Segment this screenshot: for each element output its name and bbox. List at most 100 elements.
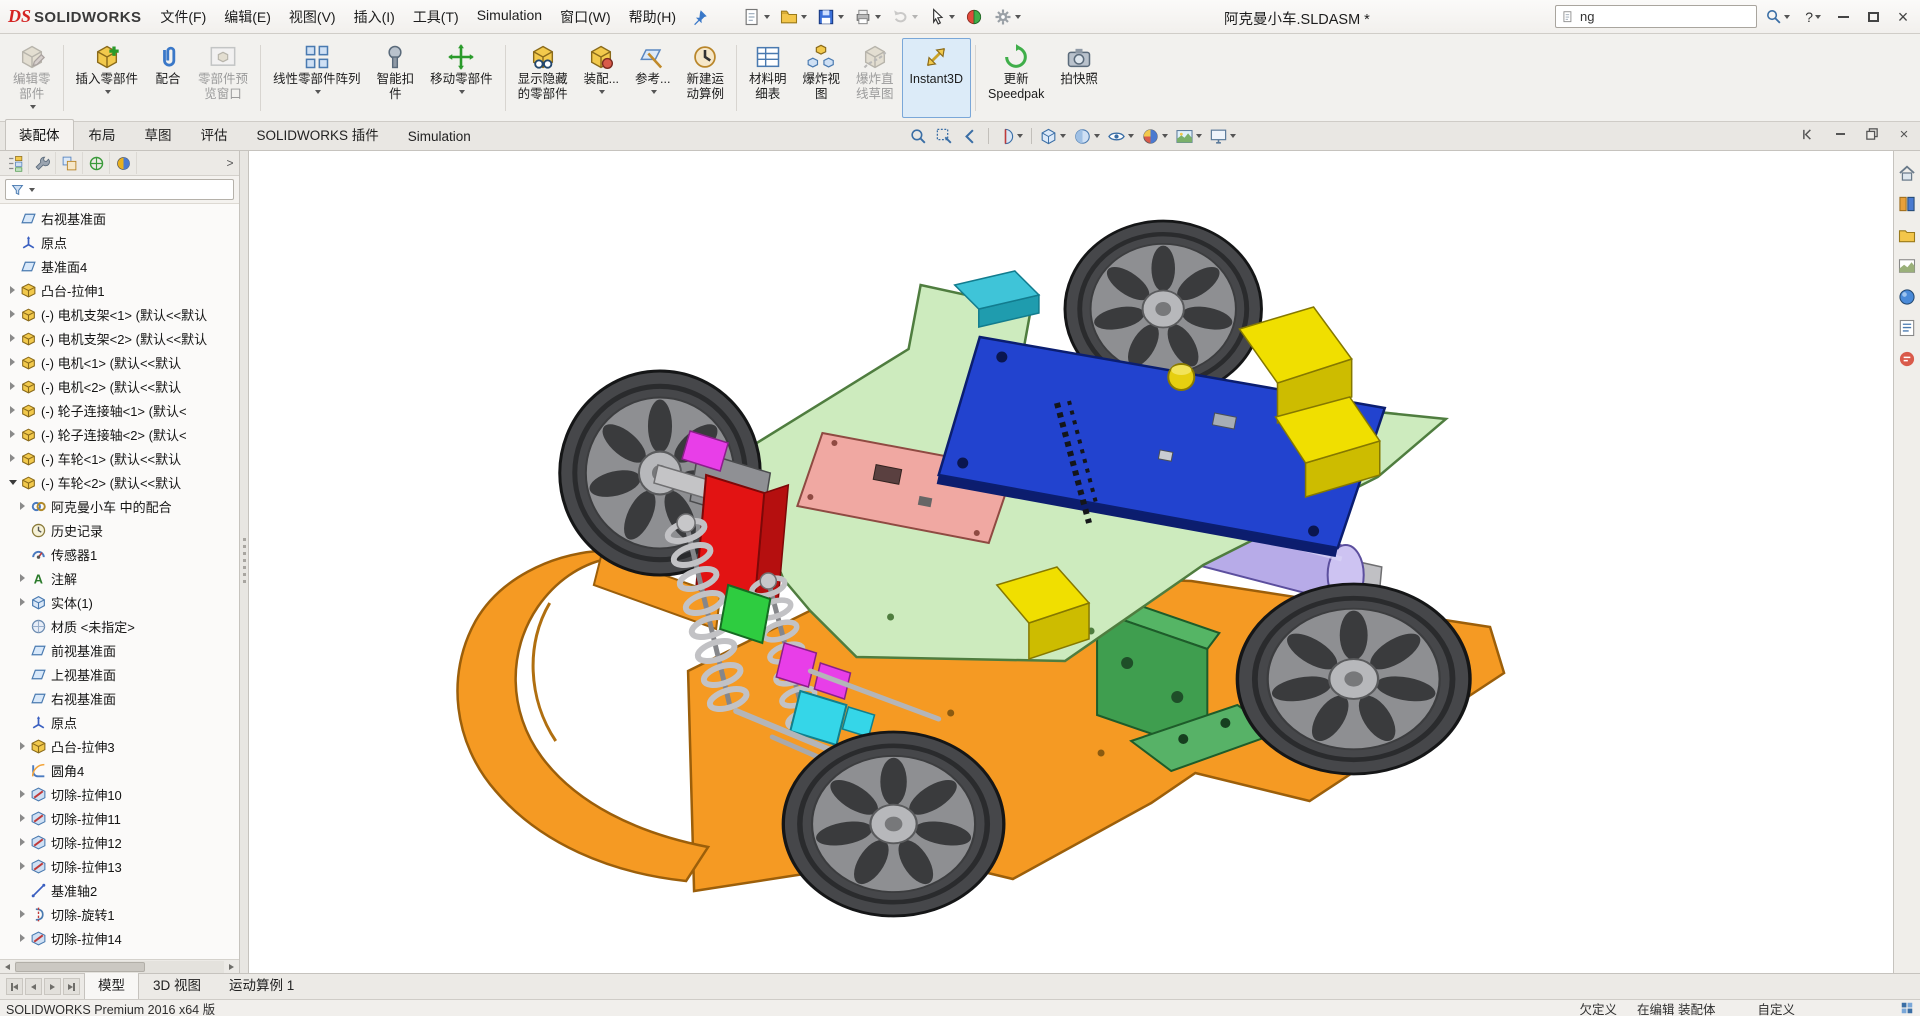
expand-arrow-icon[interactable]: [16, 934, 29, 942]
show-hidden-components-button[interactable]: 显示隐藏 的零部件: [510, 38, 576, 118]
tab-布局[interactable]: 布局: [75, 119, 130, 150]
dock-pane-icon[interactable]: [1800, 127, 1816, 141]
tab-评估[interactable]: 评估: [187, 119, 242, 150]
move-component-button[interactable]: 移动零部件: [422, 38, 501, 118]
scrollbar-thumb[interactable]: [15, 961, 145, 972]
instant3d-button[interactable]: Instant3D: [901, 38, 972, 118]
expand-arrow-icon[interactable]: [16, 574, 29, 582]
search-button[interactable]: [1761, 6, 1794, 27]
tree-item[interactable]: (-) 电机<1> (默认<<默认: [0, 350, 239, 374]
display-style-button[interactable]: [1070, 126, 1103, 147]
expand-arrow-icon[interactable]: [16, 742, 29, 750]
edit-appearance-button[interactable]: [1138, 126, 1171, 147]
menu-2[interactable]: 编辑(E): [215, 2, 280, 32]
tab-Simulation[interactable]: Simulation: [394, 124, 485, 150]
tab-装配体[interactable]: 装配体: [5, 119, 74, 150]
tree-item[interactable]: 基准面4: [0, 254, 239, 278]
scroll-left-button[interactable]: [0, 961, 15, 973]
tree-item[interactable]: 切除-拉伸11: [0, 806, 239, 830]
fm-features-tab[interactable]: [2, 152, 29, 174]
tree-item[interactable]: 上视基准面: [0, 662, 239, 686]
doc-minimize-icon[interactable]: [1832, 127, 1848, 141]
panel-splitter[interactable]: [240, 151, 249, 973]
tab-last-button[interactable]: [63, 978, 80, 995]
tree-item[interactable]: (-) 电机支架<2> (默认<<默认: [0, 326, 239, 350]
expand-arrow-icon[interactable]: [16, 502, 29, 510]
menu-3[interactable]: 视图(V): [280, 2, 345, 32]
rebuild-button[interactable]: [961, 5, 987, 29]
tree-item[interactable]: (-) 轮子连接轴<2> (默认<: [0, 422, 239, 446]
options-button[interactable]: [990, 5, 1024, 29]
tree-item[interactable]: 原点: [0, 710, 239, 734]
expand-arrow-icon[interactable]: [6, 430, 19, 438]
doc-restore-icon[interactable]: [1864, 127, 1880, 141]
view-palette-tab[interactable]: [1897, 256, 1917, 276]
linear-component-pattern-button[interactable]: 线性零部件阵列: [265, 38, 369, 118]
select-button[interactable]: [924, 5, 958, 29]
bottom-tab-3D 视图[interactable]: 3D 视图: [139, 970, 215, 999]
component-preview-button[interactable]: 零部件预 览窗口: [190, 38, 256, 118]
fm-dimxpert-tab[interactable]: [83, 152, 110, 174]
fm-display-tab[interactable]: [110, 152, 137, 174]
part-wheel-right[interactable]: [1237, 584, 1470, 774]
tree-item[interactable]: (-) 电机<2> (默认<<默认: [0, 374, 239, 398]
custom-properties-tab[interactable]: [1897, 318, 1917, 338]
tree-item[interactable]: 原点: [0, 230, 239, 254]
bill-of-materials-button[interactable]: 材料明 细表: [741, 38, 795, 118]
menu-6[interactable]: Simulation: [468, 2, 551, 32]
tree-item[interactable]: 传感器1: [0, 542, 239, 566]
fm-configurations-tab[interactable]: [56, 152, 83, 174]
tree-item[interactable]: (-) 轮子连接轴<1> (默认<: [0, 398, 239, 422]
forum-tab[interactable]: [1897, 349, 1917, 369]
tree-item[interactable]: (-) 车轮<2> (默认<<默认: [0, 470, 239, 494]
view-orientation-button[interactable]: [1036, 126, 1069, 147]
splitter-grip[interactable]: [242, 538, 246, 586]
tree-item[interactable]: A 注解: [0, 566, 239, 590]
reference-geometry-button[interactable]: 参考...: [627, 38, 678, 118]
menu-8[interactable]: 帮助(H): [620, 2, 685, 32]
menu-4[interactable]: 插入(I): [345, 2, 404, 32]
expand-arrow-icon[interactable]: [6, 358, 19, 366]
bottom-tab-模型[interactable]: 模型: [84, 970, 139, 999]
tree-item[interactable]: 历史记录: [0, 518, 239, 542]
tree-item[interactable]: 凸台-拉伸3: [0, 734, 239, 758]
maximize-button[interactable]: [1858, 4, 1888, 30]
expand-arrow-icon[interactable]: [16, 910, 29, 918]
graphics-area[interactable]: [249, 151, 1893, 973]
tree-item[interactable]: 实体(1): [0, 590, 239, 614]
apply-scene-button[interactable]: [1172, 126, 1205, 147]
fm-properties-tab[interactable]: [29, 152, 56, 174]
tab-prev-button[interactable]: [25, 978, 42, 995]
zoom-to-area-button[interactable]: [932, 126, 957, 147]
tree-item[interactable]: 切除-拉伸13: [0, 854, 239, 878]
take-snapshot-button[interactable]: 拍快照: [1052, 38, 1106, 118]
tree-item[interactable]: (-) 电机支架<1> (默认<<默认: [0, 302, 239, 326]
tree-item[interactable]: 切除-拉伸12: [0, 830, 239, 854]
doc-close-icon[interactable]: ×: [1896, 126, 1912, 143]
search-input[interactable]: ng: [1555, 5, 1757, 28]
expand-arrow-icon[interactable]: [16, 814, 29, 822]
undo-button[interactable]: [887, 5, 921, 29]
expand-arrow-icon[interactable]: [16, 790, 29, 798]
expand-arrow-icon[interactable]: [6, 454, 19, 462]
tree-item[interactable]: 前视基准面: [0, 638, 239, 662]
tree-horizontal-scrollbar[interactable]: [0, 959, 239, 973]
expand-arrow-icon[interactable]: [16, 862, 29, 870]
open-button[interactable]: [776, 5, 810, 29]
tree-filter-input[interactable]: [5, 179, 234, 200]
expand-arrow-icon[interactable]: [6, 286, 19, 294]
menu-7[interactable]: 窗口(W): [551, 2, 620, 32]
expand-arrow-icon[interactable]: [16, 838, 29, 846]
tree-item[interactable]: 右视基准面: [0, 686, 239, 710]
assembly-features-button[interactable]: 装配...: [576, 38, 627, 118]
previous-view-button[interactable]: [958, 126, 983, 147]
hide-show-items-button[interactable]: [1104, 126, 1137, 147]
tree-item[interactable]: 切除-拉伸10: [0, 782, 239, 806]
expand-arrow-icon[interactable]: [6, 479, 19, 485]
expand-arrow-icon[interactable]: [6, 406, 19, 414]
menu-5[interactable]: 工具(T): [404, 2, 468, 32]
status-grid-icon[interactable]: [1900, 1001, 1914, 1015]
tree-item[interactable]: 阿克曼小车 中的配合: [0, 494, 239, 518]
tree-item[interactable]: 材质 <未指定>: [0, 614, 239, 638]
expand-arrow-icon[interactable]: [6, 334, 19, 342]
